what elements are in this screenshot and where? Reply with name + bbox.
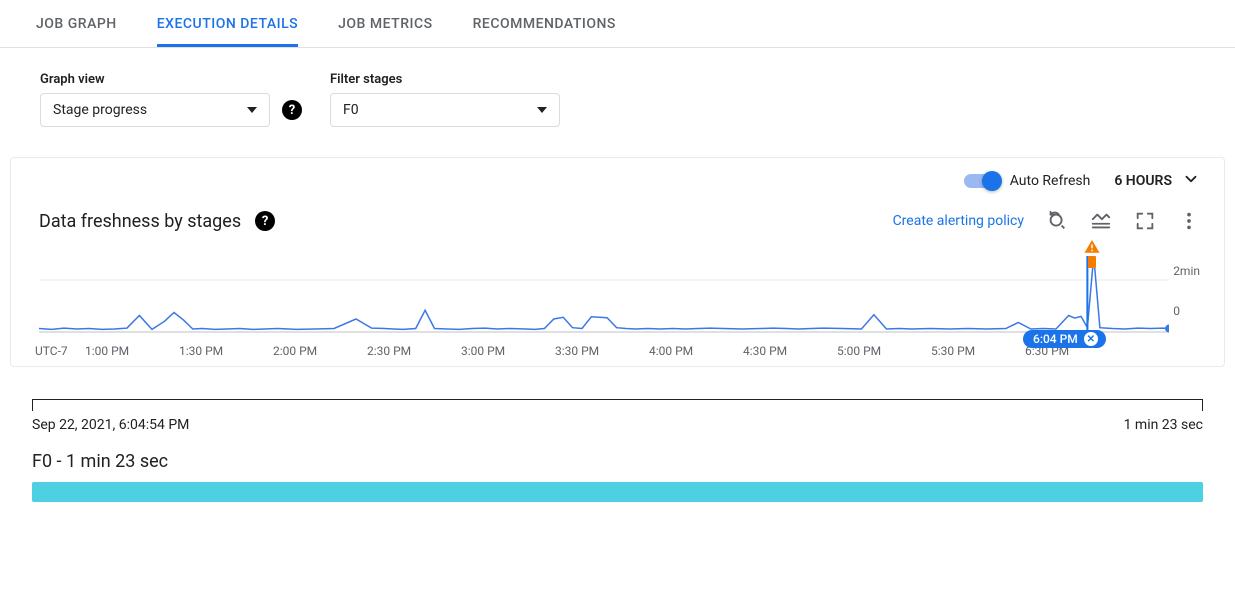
- tab-execution-details[interactable]: EXECUTION DETAILS: [157, 1, 298, 47]
- x-tick: 3:00 PM: [461, 344, 555, 358]
- x-axis-labels: UTC-71:00 PM1:30 PM2:00 PM2:30 PM3:00 PM…: [35, 344, 1200, 358]
- x-tick: 2:30 PM: [367, 344, 461, 358]
- graph-view-label: Graph view: [40, 72, 302, 87]
- help-icon[interactable]: ?: [255, 211, 275, 231]
- alert-marker[interactable]: [1083, 238, 1101, 268]
- graph-view-group: Graph view Stage progress ?: [40, 72, 302, 127]
- detail-rule: [32, 399, 1203, 415]
- create-alerting-policy-link[interactable]: Create alerting policy: [893, 213, 1024, 229]
- detail-duration: 1 min 23 sec: [1124, 417, 1203, 433]
- time-range-select[interactable]: 6 HOURS: [1114, 170, 1200, 192]
- warning-icon: [1083, 238, 1101, 254]
- x-tick: 5:30 PM: [931, 344, 1025, 358]
- chevron-down-icon: [537, 107, 547, 113]
- panel-title: Data freshness by stages: [39, 211, 241, 232]
- panel-title-row: Data freshness by stages ? Create alerti…: [11, 204, 1224, 238]
- legend-icon[interactable]: [1090, 210, 1112, 232]
- alert-bar-icon: [1088, 256, 1096, 268]
- filter-stages-label: Filter stages: [330, 72, 560, 87]
- graph-view-value: Stage progress: [53, 102, 147, 118]
- line-chart[interactable]: [39, 252, 1169, 342]
- auto-refresh-toggle[interactable]: [964, 174, 998, 188]
- chart-area[interactable]: 2min 0 6:04 PM ✕ UTC-71:00 PM1:30 PM2:00…: [11, 238, 1224, 358]
- y-tick-max: 2min: [1173, 264, 1200, 278]
- x-tick: 4:00 PM: [649, 344, 743, 358]
- auto-refresh-label: Auto Refresh: [1010, 173, 1091, 189]
- tabs-bar: JOB GRAPH EXECUTION DETAILS JOB METRICS …: [0, 0, 1235, 48]
- fullscreen-icon[interactable]: [1134, 210, 1156, 232]
- chevron-down-icon: [247, 107, 257, 113]
- filter-stages-select[interactable]: F0: [330, 93, 560, 127]
- help-icon[interactable]: ?: [282, 100, 302, 120]
- y-tick-min: 0: [1173, 304, 1200, 318]
- filter-stages-group: Filter stages F0: [330, 72, 560, 127]
- selected-time-badge[interactable]: 6:04 PM ✕: [1023, 330, 1106, 348]
- stage-detail: Sep 22, 2021, 6:04:54 PM 1 min 23 sec F0…: [32, 399, 1203, 502]
- chart-panel: Auto Refresh 6 HOURS Data freshness by s…: [10, 157, 1225, 367]
- chevron-down-icon: [1182, 170, 1200, 192]
- timezone-label: UTC-7: [35, 344, 85, 358]
- x-tick: 4:30 PM: [743, 344, 837, 358]
- x-tick: 1:00 PM: [85, 344, 179, 358]
- detail-timestamp: Sep 22, 2021, 6:04:54 PM: [32, 417, 189, 433]
- tab-job-metrics[interactable]: JOB METRICS: [338, 1, 432, 47]
- close-icon[interactable]: ✕: [1084, 332, 1098, 346]
- x-tick: 5:00 PM: [837, 344, 931, 358]
- y-axis-labels: 2min 0: [1173, 238, 1200, 318]
- controls-row: Graph view Stage progress ? Filter stage…: [0, 48, 1235, 127]
- time-range-value: 6 HOURS: [1114, 173, 1172, 189]
- filter-stages-value: F0: [343, 102, 359, 118]
- reset-zoom-icon[interactable]: [1046, 210, 1068, 232]
- graph-view-select[interactable]: Stage progress: [40, 93, 270, 127]
- x-tick: 1:30 PM: [179, 344, 273, 358]
- stage-title: F0 - 1 min 23 sec: [32, 451, 1203, 472]
- stage-progress-bar[interactable]: [32, 482, 1203, 502]
- tab-recommendations[interactable]: RECOMMENDATIONS: [473, 1, 616, 47]
- panel-top-bar: Auto Refresh 6 HOURS: [11, 158, 1224, 204]
- more-icon[interactable]: [1178, 210, 1200, 232]
- tab-job-graph[interactable]: JOB GRAPH: [36, 1, 117, 47]
- selected-time-text: 6:04 PM: [1033, 332, 1078, 346]
- x-tick: 2:00 PM: [273, 344, 367, 358]
- x-tick: 3:30 PM: [555, 344, 649, 358]
